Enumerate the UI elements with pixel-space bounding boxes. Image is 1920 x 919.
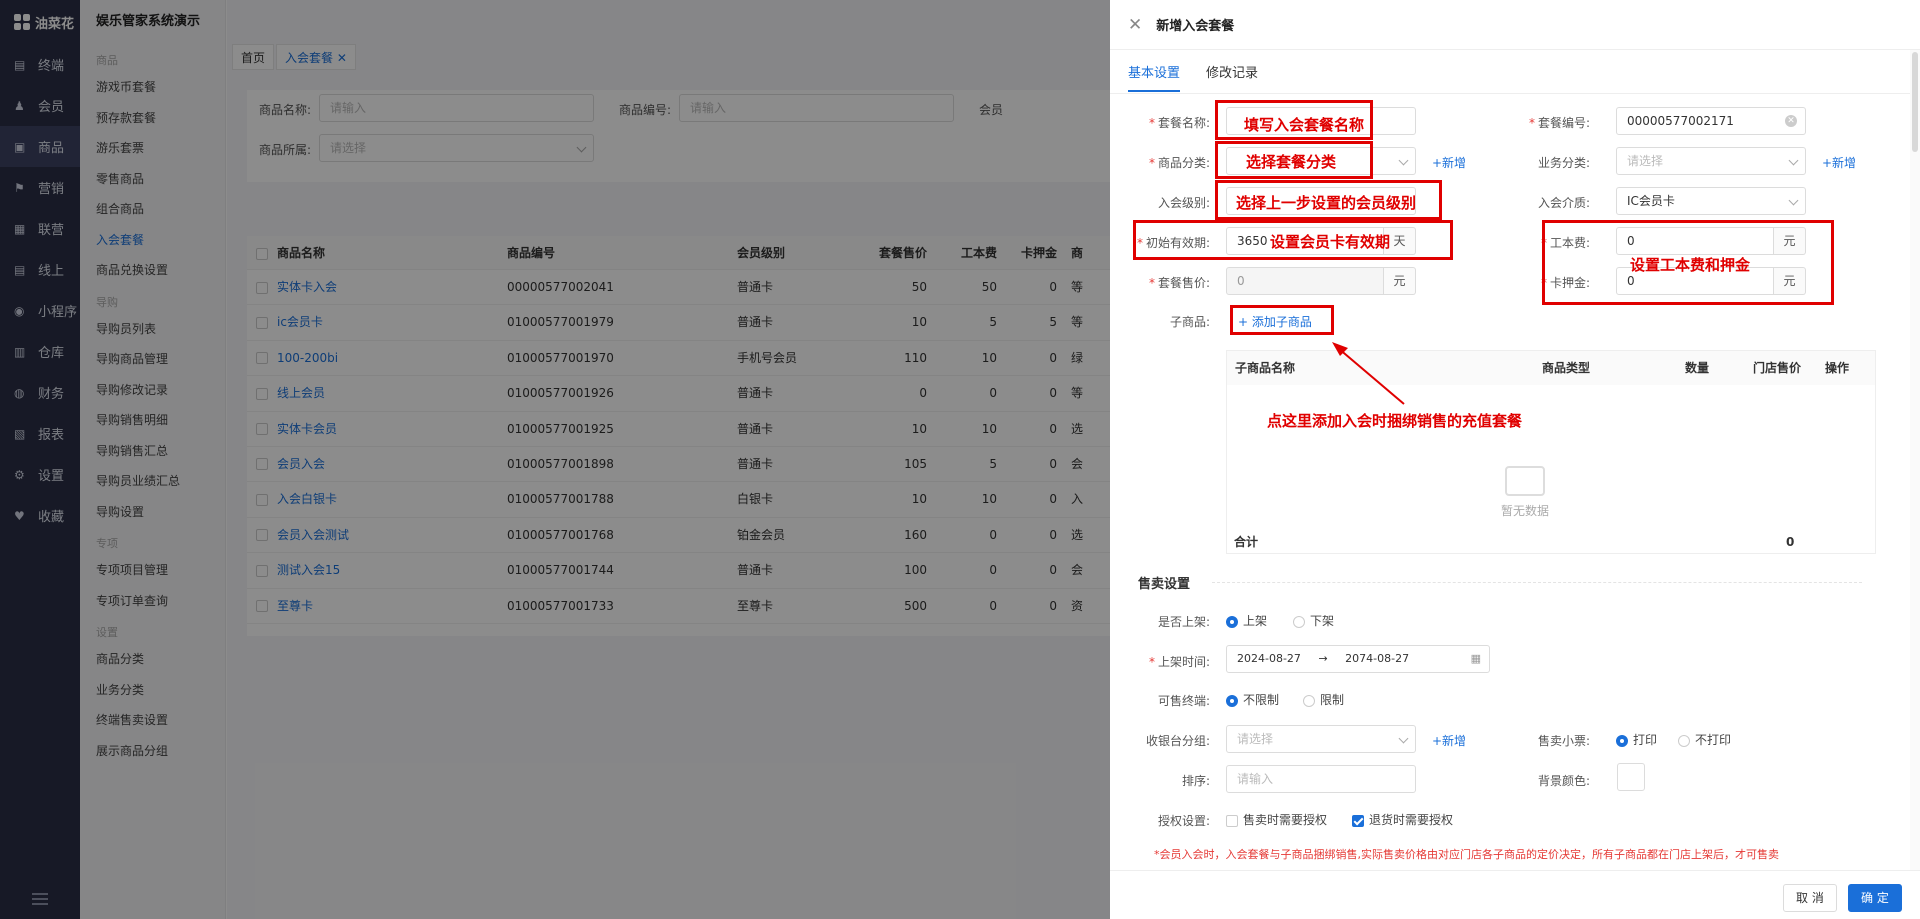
annotation-add-sub: 点这里添加入会时捆绑销售的充值套餐 [1267, 412, 1523, 430]
biz-category-select[interactable]: 请选择 [1616, 147, 1806, 175]
annotation-level: 选择上一步设置的会员级别 [1236, 194, 1417, 212]
clear-icon[interactable]: ✕ [1785, 115, 1797, 127]
terminal-unlimited-radio[interactable]: 不限制 [1226, 691, 1279, 708]
sort-label: 排序: [1181, 774, 1210, 788]
total-value: 0 [1786, 535, 1795, 549]
annotation-name: 填写入会套餐名称 [1244, 116, 1365, 134]
onshelf-no-radio[interactable]: 下架 [1293, 612, 1334, 629]
price-unit: 元 [1384, 267, 1416, 295]
chevron-down-icon [1788, 195, 1799, 206]
biz-category-label: 业务分类: [1537, 156, 1590, 170]
add-biz-category-link[interactable]: +新增 [1822, 154, 1856, 171]
sub-goods-label: 子商品: [1169, 315, 1210, 329]
chevron-down-icon [1788, 155, 1799, 166]
shelf-time-label: * 上架时间: [1148, 655, 1210, 669]
ticket-label: 售卖小票: [1537, 734, 1590, 748]
sub-goods-total-row: 合计 0 [1226, 525, 1876, 559]
cashier-group-select[interactable]: 请选择 [1226, 725, 1416, 753]
drawer-title: 新增入会套餐 [1156, 19, 1235, 34]
drawer-tabs: 基本设置 修改记录 [1128, 56, 1258, 92]
tab-basic-settings[interactable]: 基本设置 [1128, 56, 1181, 92]
auth-label: 授权设置: [1157, 814, 1210, 828]
price-input[interactable]: 0 [1226, 267, 1384, 295]
annotation-fee: 设置工本费和押金 [1630, 256, 1751, 274]
annotation-category: 选择套餐分类 [1246, 153, 1337, 171]
auth-return-checkbox[interactable]: 退货时需要授权 [1352, 811, 1453, 828]
pkg-code-label: * 套餐编号: [1528, 116, 1590, 130]
shelf-date-range[interactable]: 2024-08-27 → 2074-08-27 ▦ [1226, 645, 1490, 673]
ticket-noprint-radio[interactable]: 不打印 [1678, 731, 1731, 748]
cancel-button[interactable]: 取 消 [1783, 884, 1837, 912]
medium-label: 入会介质: [1537, 196, 1590, 210]
cashier-group-label: 收银台分组: [1145, 734, 1210, 748]
bg-color-label: 背景颜色: [1537, 774, 1590, 788]
calendar-icon: ▦ [1470, 652, 1481, 665]
sort-input[interactable]: 请输入 [1226, 765, 1416, 793]
onshelf-yes-radio[interactable]: 上架 [1226, 612, 1267, 629]
annotation-box-add-sub [1230, 305, 1334, 335]
auth-sale-checkbox[interactable]: 售卖时需要授权 [1226, 811, 1327, 828]
pkg-name-label: * 套餐名称: [1148, 116, 1210, 130]
footnote: *会员入会时，入会套餐与子商品捆绑销售,实际售卖价格由对应门店各子商品的定价决定… [1154, 848, 1779, 861]
sale-section-title: 售卖设置 [1138, 577, 1191, 592]
level-label: 入会级别: [1157, 196, 1210, 210]
ticket-print-radio[interactable]: 打印 [1616, 731, 1657, 748]
tab-change-log[interactable]: 修改记录 [1206, 56, 1258, 92]
terminal-label: 可售终端: [1157, 694, 1210, 708]
annotation-validity: 设置会员卡有效期 [1270, 233, 1391, 251]
add-package-drawer: ✕ 新增入会套餐 基本设置 修改记录 * 套餐名称: * 套餐编号: 0000057… [1110, 0, 1920, 919]
close-icon[interactable]: ✕ [1128, 15, 1142, 35]
sub-goods-table: 子商品名称 商品类型 数量 门店售价 操作 暂无数据 [1226, 350, 1876, 554]
pkg-code-input[interactable]: 00000577002171 ✕ [1616, 107, 1806, 135]
add-category-link[interactable]: +新增 [1432, 154, 1466, 171]
annotation-arrow [1332, 342, 1405, 405]
onshelf-label: 是否上架: [1157, 615, 1210, 629]
empty-doc-icon [1505, 466, 1545, 496]
bg-color-picker[interactable] [1617, 763, 1645, 791]
add-cashier-group-link[interactable]: +新增 [1432, 732, 1466, 749]
empty-state: 暂无数据 [1501, 466, 1549, 519]
category-label: * 商品分类: [1148, 156, 1210, 170]
sub-goods-header: 子商品名称 商品类型 数量 门店售价 操作 [1227, 351, 1875, 385]
drawer-footer: 取 消 确 定 [1110, 870, 1920, 919]
price-label: * 套餐售价: [1148, 276, 1210, 290]
drawer-header: ✕ 新增入会套餐 [1110, 0, 1920, 50]
drawer-scrollbar[interactable] [1910, 50, 1920, 870]
chevron-down-icon [1398, 733, 1409, 744]
confirm-button[interactable]: 确 定 [1848, 884, 1902, 912]
medium-select[interactable]: IC会员卡 [1616, 187, 1806, 215]
terminal-limited-radio[interactable]: 限制 [1303, 691, 1344, 708]
chevron-down-icon [1398, 155, 1409, 166]
